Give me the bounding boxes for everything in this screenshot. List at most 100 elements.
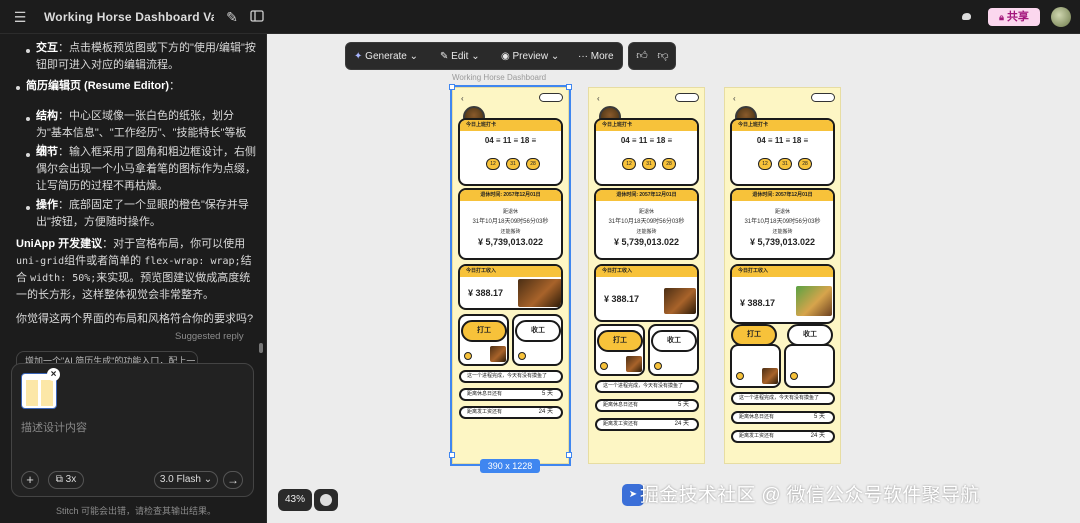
add-icon[interactable]: + [21, 471, 39, 489]
chevron-down-icon: ⌄ [203, 474, 213, 485]
weekend-row[interactable]: 距离休息日还有 5 天 [459, 388, 563, 401]
detail-label: 细节 [36, 146, 58, 158]
card-header: 今日打工收入 [596, 266, 697, 277]
zoom-level[interactable]: 43% [278, 489, 312, 511]
income-value: ¥ 388.17 [740, 298, 776, 308]
pen-icon: ✎ [440, 51, 449, 62]
income-value: ¥ 388.17 [604, 294, 640, 304]
weekend-label: 距离休息日还有 [467, 391, 503, 397]
payday-row[interactable]: 距离发工资还有 24 天 [459, 406, 563, 419]
interaction-label: 交互 [36, 42, 58, 54]
thumbs-up-icon[interactable]: 👍︎ [635, 49, 649, 63]
thumbnail-preview [41, 380, 53, 406]
elapsed-value: 31年10月18天09时56分03秒 [472, 219, 549, 225]
horse-cart-image [664, 288, 696, 314]
question-text: 你觉得这两个界面的布局和风格符合你的要求吗? [16, 313, 254, 325]
weekend-label: 距离休息日还有 [603, 402, 639, 408]
more-label: More [590, 51, 614, 62]
share-button[interactable]: 🔒︎ 共享 [988, 8, 1040, 26]
generate-label: Generate [365, 51, 407, 62]
theme-circle-button[interactable] [314, 489, 338, 511]
time-pill: 31 [506, 158, 520, 170]
resize-handle[interactable] [566, 452, 572, 458]
progress-row[interactable]: 这一个进程完成，今天有没有摸鱼了 [731, 392, 835, 405]
clock-out-button[interactable]: 收工 [515, 320, 561, 342]
scrollbar[interactable] [259, 343, 263, 353]
bullet [26, 49, 30, 53]
income-card: 今日打工收入 ¥ 388.17 [458, 264, 563, 310]
bullet [26, 206, 30, 210]
indicator-dot [600, 362, 608, 370]
remove-attachment-icon[interactable]: × [47, 368, 60, 381]
time-pill: 12 [486, 158, 500, 170]
sidebar-toggle-icon[interactable] [249, 9, 265, 25]
clock-in-button[interactable]: 打工 [461, 320, 507, 342]
card-header: 退休时间: 2057年12月01日 [460, 190, 561, 201]
weekend-value: 5 天 [813, 414, 825, 420]
payday-row[interactable]: 距离发工资还有 24 天 [731, 430, 835, 443]
payday-value: 24 天 [810, 433, 825, 439]
phone-frame-3[interactable]: ‹ 今日上班打卡 04 ≡ 11 ≡ 18 ≡ 12 31 28 退休时间: 2… [724, 87, 841, 464]
clock-in-button[interactable]: 打工 [731, 324, 777, 346]
project-title[interactable]: Working Horse Dashboard Varian [44, 10, 214, 24]
generate-button[interactable]: ✦ Generate ⌄ [354, 49, 418, 65]
bullet [26, 117, 30, 121]
prompt-placeholder[interactable]: 描述设计内容 [21, 419, 87, 435]
clock-out-button[interactable]: 收工 [651, 330, 697, 352]
weekend-value: 5 天 [541, 391, 553, 397]
edit-title-icon[interactable]: ✎ [224, 9, 240, 25]
weekend-row[interactable]: 距离休息日还有 5 天 [731, 411, 835, 424]
indicator-dot [654, 362, 662, 370]
model-select[interactable]: 3.0 Flash ⌄ [154, 471, 218, 489]
more-button[interactable]: ··· More [578, 49, 614, 65]
phone-frame-1[interactable]: ‹ 今日上班打卡 04 ≡ 11 ≡ 18 ≡ 12 31 28 退休时间: 2… [450, 85, 571, 466]
canvas-toolbar: ✦ Generate ⌄ ✎ Edit ⌄ ◉ Preview ⌄ ··· Mo… [345, 42, 623, 70]
bullet [16, 86, 20, 90]
preview-button[interactable]: ◉ Preview ⌄ [501, 49, 559, 65]
indicator-dot [464, 352, 472, 360]
weekend-row[interactable]: 距离休息日还有 5 天 [595, 399, 699, 412]
variants-button[interactable]: ⧉ 3x [48, 471, 84, 489]
progress-row[interactable]: 这一个进程完成，今天有没有摸鱼了 [595, 380, 699, 393]
code-snippet: uni-grid [16, 256, 65, 267]
salary-value: ¥ 5,739,013.022 [749, 237, 816, 247]
thumbs-down-icon[interactable]: 👎︎ [656, 49, 670, 63]
bullet [26, 153, 30, 157]
progress-row[interactable]: 这一个进程完成，今天有没有摸鱼了 [459, 370, 563, 383]
resize-handle[interactable] [566, 84, 572, 90]
clock-out-card: 收工 [512, 314, 563, 366]
clock-out-card [784, 344, 835, 388]
back-icon: ‹ [461, 94, 464, 103]
time-pill: 28 [662, 158, 676, 170]
indicator-dot [518, 352, 526, 360]
variants-icon: ⧉ [55, 474, 63, 485]
clock-in-button[interactable]: 打工 [597, 330, 643, 352]
resize-handle[interactable] [449, 452, 455, 458]
theme-toggle-icon[interactable] [958, 9, 974, 25]
avatar[interactable] [1051, 7, 1071, 27]
salary-label: 还能搬砖 [500, 229, 521, 235]
send-arrow-icon[interactable]: → [223, 471, 243, 489]
salary-value: ¥ 5,739,013.022 [613, 237, 680, 247]
horse-image [490, 346, 506, 362]
prompt-input-box[interactable]: × 描述设计内容 + ⧉ 3x 3.0 Flash ⌄ → [11, 363, 254, 497]
phone-frame-2[interactable]: ‹ 今日上班打卡 04 ≡ 11 ≡ 18 ≡ 12 31 28 退休时间: 2… [588, 87, 705, 464]
retirement-card: 退休时间: 2057年12月01日 距退休 31年10月18天09时56分03秒… [458, 188, 563, 260]
edit-label: Edit [451, 51, 469, 62]
indicator-dot [790, 372, 798, 380]
indicator-dot [736, 372, 744, 380]
clock-out-button[interactable]: 收工 [787, 324, 833, 346]
frame-label[interactable]: Working Horse Dashboard [452, 73, 546, 82]
card-header: 今日上班打卡 [460, 120, 561, 131]
suggested-reply-label: Suggested reply [175, 331, 244, 342]
edit-button[interactable]: ✎ Edit ⌄ [440, 49, 480, 65]
salary-value: ¥ 5,739,013.022 [477, 237, 544, 247]
payday-row[interactable]: 距离发工资还有 24 天 [595, 418, 699, 431]
resize-handle[interactable] [449, 84, 455, 90]
uniapp-text: ：对于宫格布局，你可以使用 [102, 238, 246, 250]
card-header: 今日打工收入 [460, 266, 561, 277]
menu-icon[interactable]: ☰ [12, 9, 28, 25]
back-icon: ‹ [597, 94, 600, 103]
salary-label: 还能搬砖 [636, 229, 657, 235]
income-card: 今日打工收入 ¥ 388.17 [730, 264, 835, 324]
